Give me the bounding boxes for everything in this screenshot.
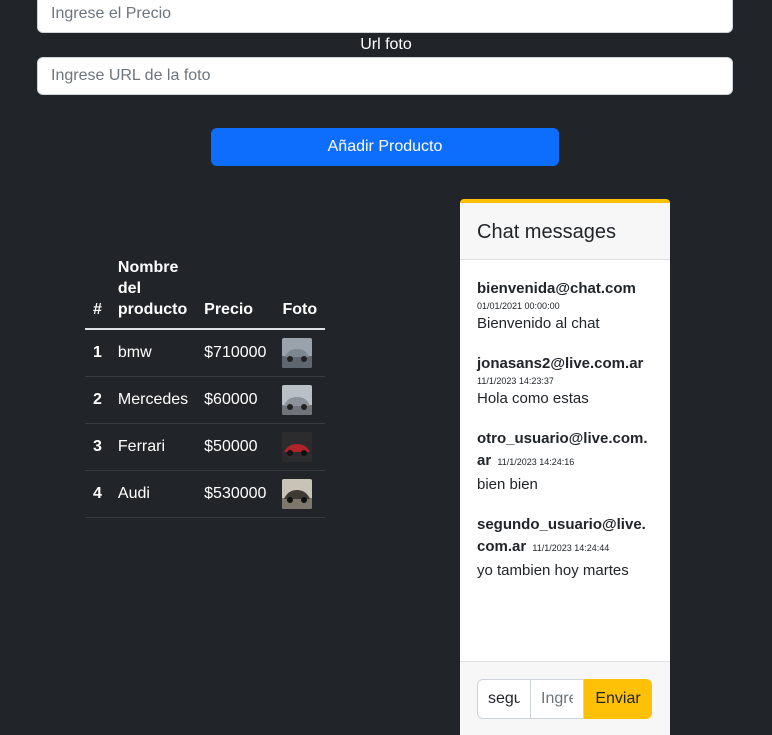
message-date: 11/1/2023 14:23:37 bbox=[477, 376, 554, 386]
product-name: bmw bbox=[109, 329, 197, 377]
row-number: 1 bbox=[85, 329, 110, 377]
table-row: 2 Mercedes $60000 bbox=[85, 376, 326, 424]
send-button[interactable]: Enviar bbox=[584, 679, 652, 719]
url-label: Url foto bbox=[360, 36, 412, 53]
message-email: jonasans2@live.com.ar bbox=[477, 355, 644, 372]
product-photo bbox=[282, 432, 313, 462]
message-text: Hola como estas bbox=[477, 390, 589, 407]
chat-message: jonasans2@live.com.ar 11/1/2023 14:23:37… bbox=[477, 353, 654, 409]
chat-message-input[interactable] bbox=[530, 679, 584, 719]
product-photo bbox=[282, 479, 313, 509]
product-photo-cell bbox=[274, 376, 326, 424]
chat-message: bienvenida@chat.com 01/01/2021 00:00:00 … bbox=[477, 278, 654, 334]
message-email: bienvenida@chat.com bbox=[477, 280, 636, 297]
products-table: # Nombre del producto Precio Foto 1 bmw … bbox=[85, 249, 326, 518]
message-text: bien bien bbox=[477, 476, 538, 493]
chat-title: Chat messages bbox=[460, 203, 670, 260]
product-name: Ferrari bbox=[109, 423, 197, 471]
message-text: Bienvenido al chat bbox=[477, 315, 600, 332]
price-input[interactable] bbox=[37, 0, 733, 33]
row-number: 2 bbox=[85, 376, 110, 424]
header-number: # bbox=[85, 249, 110, 330]
page: Url foto Añadir Producto # Nombre del pr… bbox=[0, 0, 772, 735]
product-photo bbox=[282, 385, 313, 415]
chat-user-input[interactable] bbox=[477, 679, 531, 719]
product-price: $710000 bbox=[196, 329, 275, 377]
message-text: yo tambien hoy martes bbox=[477, 562, 629, 579]
row-number: 4 bbox=[85, 470, 110, 518]
photo-url-input[interactable] bbox=[37, 57, 733, 95]
message-date: 01/01/2021 00:00:00 bbox=[477, 301, 560, 311]
chat-footer: Enviar bbox=[460, 661, 670, 735]
chat-input-group: Enviar bbox=[477, 679, 652, 719]
product-photo-cell bbox=[274, 423, 326, 471]
product-price: $50000 bbox=[196, 423, 275, 471]
table-row: 3 Ferrari $50000 bbox=[85, 423, 326, 471]
product-photo bbox=[282, 338, 313, 368]
add-product-button[interactable]: Añadir Producto bbox=[211, 128, 559, 166]
table-header-row: # Nombre del producto Precio Foto bbox=[85, 249, 326, 330]
product-price: $530000 bbox=[196, 470, 275, 518]
chat-messages: bienvenida@chat.com 01/01/2021 00:00:00 … bbox=[460, 260, 670, 660]
header-price: Precio bbox=[196, 249, 275, 330]
message-date: 11/1/2023 14:24:16 bbox=[497, 457, 575, 467]
message-email-line: otro_usuario@live.com.ar 11/1/2023 14:24… bbox=[477, 428, 654, 473]
table-row: 1 bmw $710000 bbox=[85, 329, 326, 377]
header-product-name: Nombre del producto bbox=[109, 249, 197, 330]
product-photo-cell bbox=[274, 329, 326, 377]
row-number: 3 bbox=[85, 423, 110, 471]
product-price: $60000 bbox=[196, 376, 275, 424]
product-name: Audi bbox=[109, 470, 197, 518]
chat-message: segundo_usuario@live.com.ar 11/1/2023 14… bbox=[477, 514, 654, 581]
product-photo-cell bbox=[274, 470, 326, 518]
product-name: Mercedes bbox=[109, 376, 197, 424]
message-email-line: segundo_usuario@live.com.ar 11/1/2023 14… bbox=[477, 514, 654, 559]
table-row: 4 Audi $530000 bbox=[85, 470, 326, 518]
chat-message: otro_usuario@live.com.ar 11/1/2023 14:24… bbox=[477, 428, 654, 495]
message-date: 11/1/2023 14:24:44 bbox=[532, 543, 610, 553]
chat-card: Chat messages bienvenida@chat.com 01/01/… bbox=[460, 199, 670, 735]
header-photo: Foto bbox=[274, 249, 326, 330]
